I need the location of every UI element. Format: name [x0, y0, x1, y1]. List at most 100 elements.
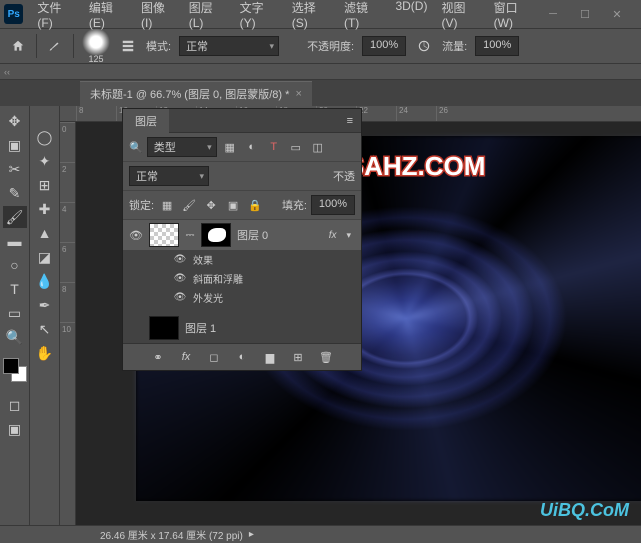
panel-menu-icon[interactable]: ≡ [339, 115, 361, 127]
effect-outer-glow[interactable]: 👁 外发光 [123, 288, 361, 307]
layers-footer: ⚭ fx ◻ ◐ ▆ ⊞ 🗑 [123, 343, 361, 370]
brush-preview[interactable] [82, 28, 110, 56]
menu-select[interactable]: 选择(S) [286, 0, 336, 34]
uibq-watermark: UiBQ.CoM [540, 500, 629, 521]
menu-window[interactable]: 窗口(W) [488, 0, 541, 34]
lock-position-icon[interactable]: ✥ [202, 196, 220, 214]
layer-thumb[interactable] [149, 223, 179, 247]
menu-image[interactable]: 图像(I) [135, 0, 181, 34]
quickmask-tool[interactable]: ◻ [3, 394, 27, 416]
opacity-label: 不透明度: [307, 38, 354, 54]
lock-transparent-icon[interactable]: ▦ [158, 196, 176, 214]
menu-3d[interactable]: 3D(D) [389, 0, 433, 34]
move-tool[interactable]: ✥ [3, 110, 27, 132]
layer-list: 👁 ⎓ 图层 0 fx ▾ 👁 效果 👁 斜面和浮雕 👁 [123, 220, 361, 343]
foreground-color[interactable] [3, 358, 19, 374]
eyedropper-tool[interactable]: ✎ [3, 182, 27, 204]
lock-paint-icon[interactable]: 🖌 [180, 196, 198, 214]
menu-file[interactable]: 文件(F) [31, 0, 81, 34]
healing-tool[interactable]: ✚ [33, 198, 57, 220]
tab-close-icon[interactable]: × [295, 88, 301, 100]
visibility-icon[interactable]: 👁 [129, 229, 143, 242]
status-bar: 26.46 厘米 x 17.64 厘米 (72 ppi) ▸ [0, 525, 641, 543]
filter-type-dropdown[interactable]: 类型 [147, 137, 217, 157]
brush-tool-icon[interactable] [45, 36, 65, 56]
effects-row[interactable]: 👁 效果 [123, 250, 361, 269]
gradient-tool[interactable]: ▬ [3, 230, 27, 252]
status-arrow-icon[interactable]: ▸ [249, 529, 254, 540]
layer-thumb[interactable] [149, 316, 179, 340]
lasso-tool[interactable]: ◯ [33, 126, 57, 148]
fill-label: 填充: [282, 197, 307, 213]
mask-thumb[interactable] [201, 223, 231, 247]
mask-icon[interactable]: ◻ [205, 348, 223, 366]
canvas-area: 8 10 12 14 16 18 20 22 24 26 0 2 4 6 8 1… [60, 106, 641, 525]
pen-tool[interactable]: ✒ [33, 294, 57, 316]
layer-blend-dropdown[interactable]: 正常 [129, 166, 209, 186]
eraser-tool[interactable]: ◪ [33, 246, 57, 268]
new-layer-icon[interactable]: ⊞ [289, 348, 307, 366]
frame-tool[interactable]: ⊞ [33, 174, 57, 196]
brush-tool[interactable]: 🖌 [3, 206, 27, 228]
screenmode-tool[interactable]: ▣ [3, 418, 27, 440]
layer-name[interactable]: 图层 0 [237, 227, 268, 243]
visibility-icon[interactable]: 👁 [173, 254, 187, 265]
menu-layer[interactable]: 图层(L) [183, 0, 232, 34]
fx-expand-icon[interactable]: ▾ [346, 230, 355, 241]
layer-item-0[interactable]: 👁 ⎓ 图层 0 fx ▾ [123, 220, 361, 250]
maximize-button[interactable]: ☐ [573, 4, 597, 24]
type-tool[interactable]: T [3, 278, 27, 300]
tools-panel-primary: ✥ ▣ ✂ ✎ 🖌 ▬ ○ T ▭ 🔍 ◻ ▣ [0, 106, 30, 525]
adjustment-icon[interactable]: ◐ [233, 348, 251, 366]
stamp-tool[interactable]: ▲ [33, 222, 57, 244]
window-controls: ─ ☐ ✕ [541, 4, 637, 24]
lock-all-icon[interactable]: 🔒 [246, 196, 264, 214]
link-layers-icon[interactable]: ⚭ [149, 348, 167, 366]
rectangle-tool[interactable]: ▭ [3, 302, 27, 324]
brush-panel-icon[interactable] [118, 36, 138, 56]
fx-icon[interactable]: fx [177, 348, 195, 366]
close-button[interactable]: ✕ [605, 4, 629, 24]
filter-type-icon[interactable]: T [265, 138, 283, 156]
opacity-input[interactable]: 100% [362, 36, 406, 56]
home-icon[interactable] [8, 36, 28, 56]
menu-view[interactable]: 视图(V) [435, 0, 485, 34]
filter-smart-icon[interactable]: ◫ [309, 138, 327, 156]
blur-tool[interactable]: 💧 [33, 270, 57, 292]
lock-artboard-icon[interactable]: ▣ [224, 196, 242, 214]
flow-input[interactable]: 100% [475, 36, 519, 56]
layers-tab[interactable]: 图层 [123, 109, 169, 133]
tab-title: 未标题-1 @ 66.7% (图层 0, 图层蒙版/8) * [90, 86, 289, 102]
layer-opacity-label: 不透 [333, 168, 355, 184]
collapse-bar[interactable]: ‹‹ [0, 64, 641, 80]
delete-icon[interactable]: 🗑 [317, 348, 335, 366]
visibility-icon[interactable]: 👁 [173, 292, 187, 303]
minimize-button[interactable]: ─ [541, 4, 565, 24]
visibility-icon[interactable]: 👁 [173, 273, 187, 284]
filter-pixel-icon[interactable]: ▦ [221, 138, 239, 156]
blend-mode-dropdown[interactable]: 正常 [179, 36, 279, 56]
path-tool[interactable]: ↖ [33, 318, 57, 340]
document-tab-bar: 未标题-1 @ 66.7% (图层 0, 图层蒙版/8) * × [0, 80, 641, 106]
dodge-tool[interactable]: ○ [3, 254, 27, 276]
marquee-tool[interactable]: ▣ [3, 134, 27, 156]
document-tab[interactable]: 未标题-1 @ 66.7% (图层 0, 图层蒙版/8) * × [80, 81, 312, 106]
effect-bevel[interactable]: 👁 斜面和浮雕 [123, 269, 361, 288]
hand-tool[interactable]: ✋ [33, 342, 57, 364]
layer-name[interactable]: 图层 1 [185, 320, 216, 336]
zoom-tool[interactable]: 🔍 [3, 326, 27, 348]
group-icon[interactable]: ▆ [261, 348, 279, 366]
menu-filter[interactable]: 滤镜(T) [338, 0, 388, 34]
fill-input[interactable]: 100% [311, 195, 355, 215]
color-swatches[interactable] [3, 358, 27, 382]
menu-type[interactable]: 文字(Y) [234, 0, 284, 34]
fx-badge[interactable]: fx [329, 230, 341, 241]
layer-item-1[interactable]: 👁 图层 1 [123, 313, 361, 343]
pressure-opacity-icon[interactable] [414, 36, 434, 56]
wand-tool[interactable]: ✦ [33, 150, 57, 172]
layers-panel: 图层 ≡ 🔍 类型 ▦ ◐ T ▭ ◫ 正常 不透 锁定: ▦ 🖌 ✥ [122, 108, 362, 371]
filter-adjust-icon[interactable]: ◐ [243, 138, 261, 156]
filter-shape-icon[interactable]: ▭ [287, 138, 305, 156]
ruler-vertical: 0 2 4 6 8 10 [60, 122, 76, 525]
crop-tool[interactable]: ✂ [3, 158, 27, 180]
